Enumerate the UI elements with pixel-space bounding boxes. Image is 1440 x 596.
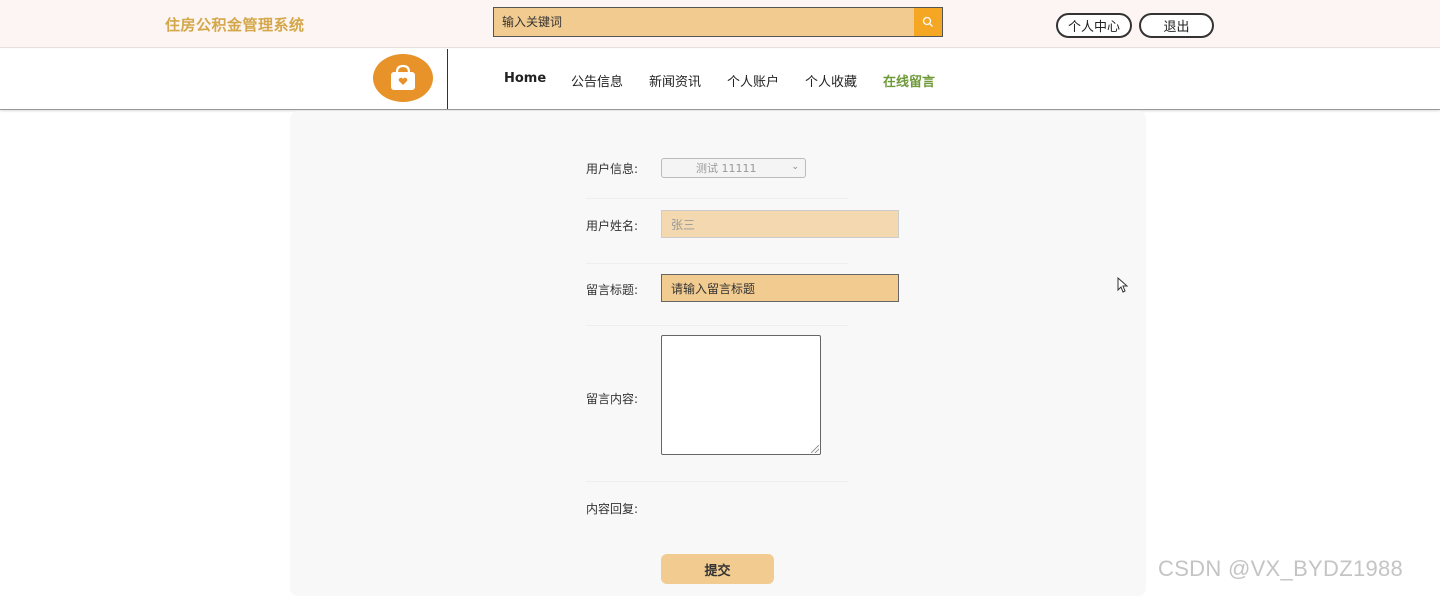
message-title-label: 留言标题:	[586, 283, 639, 297]
user-info-label: 用户信息:	[586, 162, 639, 176]
nav-announcements[interactable]: 公告信息	[571, 71, 623, 90]
user-info-select[interactable]: 测试 11111 ⌄	[661, 158, 806, 178]
search-bar	[493, 7, 943, 37]
user-info-value: 测试 11111	[696, 162, 757, 175]
row-divider	[586, 325, 848, 326]
row-divider	[586, 198, 848, 199]
nav-online-message[interactable]: 在线留言	[883, 71, 935, 90]
logout-button[interactable]: 退出	[1139, 13, 1214, 38]
nav-favorites[interactable]: 个人收藏	[805, 71, 857, 90]
resize-grip-icon[interactable]	[811, 445, 819, 453]
message-content-label: 留言内容:	[586, 392, 639, 406]
user-center-button[interactable]: 个人中心	[1056, 13, 1132, 38]
shopping-bag-logo-icon	[391, 64, 415, 90]
search-input[interactable]	[494, 8, 914, 36]
nav-news[interactable]: 新闻资讯	[649, 71, 701, 90]
submit-button[interactable]: 提交	[661, 554, 774, 584]
nav-home[interactable]: Home	[504, 71, 546, 86]
top-bar: 住房公积金管理系统 个人中心 退出	[0, 0, 1440, 48]
nav-bar: Home 公告信息 新闻资讯 个人账户 个人收藏 在线留言	[0, 49, 1440, 110]
account-name-field[interactable]: 张三	[661, 210, 899, 238]
message-title-input[interactable]: 请输入留言标题	[661, 274, 899, 302]
account-name-label: 用户姓名:	[586, 219, 639, 233]
nav-personal-account[interactable]: 个人账户	[727, 71, 779, 90]
reply-content-label: 内容回复:	[586, 502, 639, 516]
search-button[interactable]	[914, 8, 942, 36]
site-title: 住房公积金管理系统	[165, 16, 305, 34]
nav-divider	[447, 49, 448, 109]
site-logo[interactable]	[373, 54, 433, 102]
message-content-textarea[interactable]	[661, 335, 821, 455]
row-divider	[586, 263, 848, 264]
watermark: CSDN @VX_BYDZ1988	[1158, 556, 1404, 581]
mouse-cursor-icon	[1117, 277, 1129, 293]
row-divider	[586, 481, 848, 482]
search-icon	[922, 16, 933, 27]
chevron-down-icon: ⌄	[791, 162, 799, 172]
